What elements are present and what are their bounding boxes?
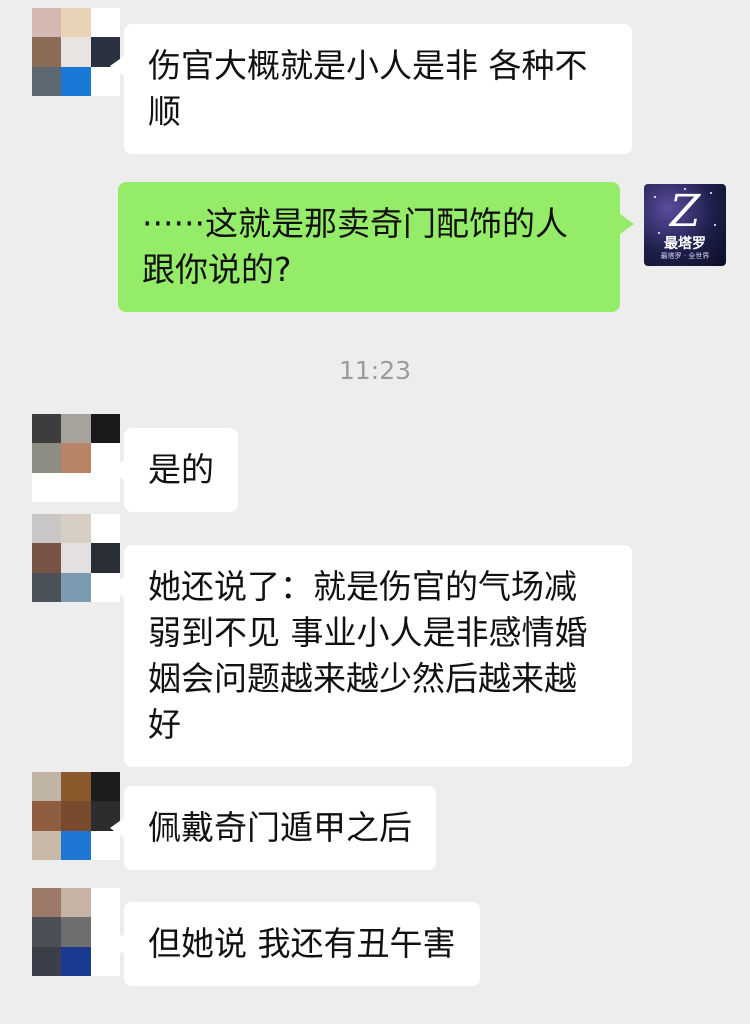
avatar-pixel (90, 514, 120, 544)
contact-avatar[interactable] (32, 414, 120, 502)
message-bubble-incoming[interactable]: 是的 (110, 428, 238, 512)
avatar-brand-text: 最塔罗 (664, 236, 706, 252)
avatar-pixel (32, 443, 62, 473)
self-avatar[interactable]: Z 最塔罗 最塔罗 · 全世界 (644, 184, 726, 266)
avatar-tagline: 最塔罗 · 全世界 (660, 252, 710, 260)
message-bubble-incoming[interactable]: 伤官大概就是小人是非 各种不顺 (110, 24, 632, 154)
message-bubble-incoming[interactable]: 佩戴奇门遁甲之后 (110, 786, 436, 870)
avatar-pixel (61, 8, 91, 38)
message-bubble-incoming[interactable]: 但她说 我还有丑午害 (110, 902, 480, 986)
contact-avatar[interactable] (32, 514, 120, 602)
avatar-pixel (32, 946, 62, 976)
avatar-monogram: Z (669, 186, 701, 237)
avatar-pixel (32, 801, 62, 831)
avatar-pixel (61, 801, 91, 831)
avatar-pixel (61, 543, 91, 573)
avatar-pixel (32, 37, 62, 67)
avatar-pixel (32, 917, 62, 947)
avatar-pixel (61, 772, 91, 802)
message-bubble-outgoing[interactable]: ······这就是那卖奇门配饰的人跟你说的? (118, 182, 634, 312)
avatar-pixel (32, 830, 62, 860)
avatar-pixel (61, 572, 91, 602)
avatar-pixel (90, 888, 120, 918)
avatar-pixel (32, 572, 62, 602)
contact-avatar[interactable] (32, 772, 120, 860)
avatar-pixel (32, 66, 62, 96)
avatar-pixel (90, 414, 120, 444)
avatar-pixel (32, 472, 62, 502)
message-timestamp: 11:23 (338, 356, 412, 385)
message-bubble-incoming[interactable]: 她还说了：就是伤官的气场减弱到不见 事业小人是非感情婚姻会问题越来越少然后越来越… (110, 545, 632, 767)
avatar-pixel (32, 514, 62, 544)
avatar-pixel (61, 514, 91, 544)
avatar-pixel (61, 37, 91, 67)
avatar-pixel (90, 543, 120, 573)
avatar-pixel (61, 830, 91, 860)
avatar-pixel (32, 543, 62, 573)
avatar-pixel (61, 888, 91, 918)
avatar-pixel (61, 414, 91, 444)
avatar-pixel (90, 772, 120, 802)
contact-avatar[interactable] (32, 888, 120, 976)
avatar-pixel (61, 443, 91, 473)
avatar-pixel (61, 917, 91, 947)
contact-avatar[interactable] (32, 8, 120, 96)
avatar-pixel (32, 8, 62, 38)
avatar-pixel (32, 772, 62, 802)
avatar-pixel (32, 414, 62, 444)
avatar-pixel (61, 946, 91, 976)
avatar-pixel (61, 472, 91, 502)
avatar-pixel (90, 8, 120, 38)
avatar-pixel (32, 888, 62, 918)
avatar-pixel (61, 66, 91, 96)
